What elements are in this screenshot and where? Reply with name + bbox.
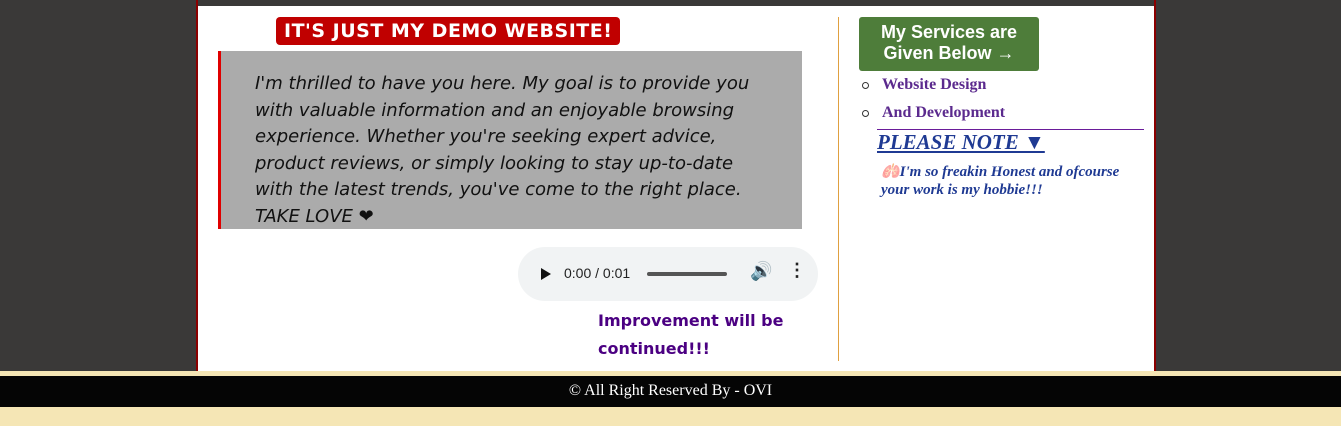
top-strip <box>198 0 1154 6</box>
services-button[interactable]: My Services are Given Below → <box>859 17 1039 71</box>
please-note-title: PLEASE NOTE ▼ <box>877 130 1045 154</box>
footer: © All Right Reserved By - OVI <box>0 376 1341 407</box>
volume-icon[interactable]: 🔊 <box>750 261 772 282</box>
audio-player[interactable]: 0:00 / 0:01 🔊 ⋮ <box>518 247 818 301</box>
site-banner: It's just my demo website! <box>276 17 621 45</box>
note-text: 🫁I'm so freakin Honest and ofcourse your… <box>881 164 1120 198</box>
service-item-website-design: Website Design <box>860 74 1005 102</box>
improvement-note: Improvement will be continued!!! <box>598 311 784 358</box>
audio-progress-track[interactable] <box>647 272 727 276</box>
services-list: Website Design And Development <box>860 74 1005 130</box>
page-container: It's just my demo website! I'm thrilled … <box>196 0 1156 371</box>
play-icon[interactable] <box>541 268 551 280</box>
service-label: Website Design <box>882 76 987 93</box>
bullet-icon <box>862 82 869 89</box>
more-options-icon[interactable]: ⋮ <box>788 260 806 281</box>
bullet-icon <box>862 110 869 117</box>
intro-quote: I'm thrilled to have you here. My goal i… <box>218 51 802 229</box>
service-item-development: And Development <box>860 102 1005 130</box>
audio-time: 0:00 / 0:01 <box>564 265 631 281</box>
service-label: And Development <box>882 104 1006 121</box>
column-divider <box>838 17 839 361</box>
